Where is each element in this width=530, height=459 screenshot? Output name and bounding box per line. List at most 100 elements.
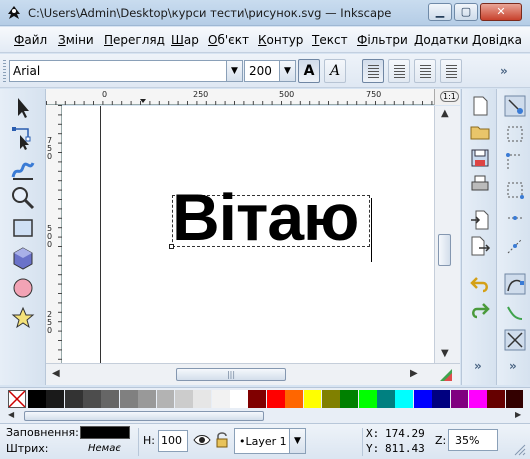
palette-swatch[interactable]	[321, 390, 340, 408]
font-size-combo[interactable]: 200 ▼	[244, 60, 296, 82]
menu-object[interactable]: Об'єкт	[208, 33, 249, 47]
eye-icon[interactable]	[193, 433, 211, 447]
align-right-button[interactable]	[414, 59, 436, 83]
selector-tool-icon[interactable]	[10, 95, 36, 121]
italic-button[interactable]: A	[324, 59, 346, 83]
snap-midpoints-icon[interactable]	[504, 207, 526, 229]
snap-bbox-corners-icon[interactable]	[504, 179, 526, 201]
zoom-spinbox[interactable]: 35%	[448, 429, 498, 451]
font-family-combo[interactable]: Arial ▼	[9, 60, 243, 82]
snap-intersections-icon[interactable]	[504, 329, 526, 351]
print-icon[interactable]	[469, 173, 491, 195]
justify-button[interactable]	[440, 59, 462, 83]
new-document-icon[interactable]	[469, 95, 491, 117]
chevron-down-icon[interactable]: ▼	[279, 61, 295, 81]
menu-filters[interactable]: Фільтри	[357, 33, 408, 47]
snap-bbox-icon[interactable]	[504, 123, 526, 145]
toolbar-grip[interactable]	[3, 60, 6, 82]
no-paint-swatch[interactable]	[8, 390, 26, 408]
horizontal-ruler[interactable]: 0 250 500 750	[46, 89, 460, 105]
palette-swatch[interactable]	[64, 390, 83, 408]
bold-button[interactable]: A	[298, 59, 320, 83]
palette-swatch[interactable]	[156, 390, 175, 408]
palette-swatch[interactable]	[432, 390, 450, 408]
3d-box-tool-icon[interactable]	[10, 245, 36, 271]
snap-paths-icon[interactable]	[504, 301, 526, 323]
menu-path[interactable]: Контур	[258, 33, 303, 47]
palette-scroll-thumb[interactable]	[24, 411, 264, 421]
palette-swatch[interactable]	[230, 390, 248, 408]
save-icon[interactable]	[469, 147, 491, 169]
palette-swatch[interactable]	[395, 390, 414, 408]
menu-text[interactable]: Текст	[312, 33, 348, 47]
vertical-scrollbar[interactable]: ▲ ▼	[434, 106, 460, 363]
stroke-indicator[interactable]: Немає	[88, 443, 121, 454]
minimize-button[interactable]: ▁	[428, 3, 452, 21]
open-folder-icon[interactable]	[469, 121, 491, 143]
tweak-tool-icon[interactable]	[10, 155, 36, 181]
scroll-left-icon[interactable]: ◀	[52, 368, 60, 379]
palette-swatch[interactable]	[505, 390, 524, 408]
menu-view[interactable]: Перегляд	[104, 33, 165, 47]
palette-swatch[interactable]	[193, 390, 212, 408]
chevron-down-icon[interactable]: ▼	[289, 429, 305, 453]
snap-nodes-icon[interactable]	[504, 273, 526, 295]
palette-swatch[interactable]	[285, 390, 304, 408]
palette-swatch[interactable]	[119, 390, 138, 408]
palette-swatch[interactable]	[83, 390, 101, 408]
zoom-corner-button[interactable]: 1:1	[434, 89, 460, 105]
menu-extensions[interactable]: Додатки	[414, 33, 468, 47]
export-icon[interactable]	[469, 235, 491, 257]
snap-centers-icon[interactable]	[504, 235, 526, 257]
palette-swatch[interactable]	[266, 390, 285, 408]
align-center-button[interactable]	[388, 59, 410, 83]
undo-icon[interactable]	[469, 273, 491, 295]
horizontal-scrollbar[interactable]: ◀ ||| ▶	[46, 363, 460, 385]
commands-overflow-button[interactable]: »	[474, 359, 482, 373]
menu-file[interactable]: Файл	[14, 33, 47, 47]
palette-swatch[interactable]	[174, 390, 193, 408]
palette-swatch[interactable]	[358, 390, 377, 408]
ellipse-tool-icon[interactable]	[10, 275, 36, 301]
scroll-right-icon[interactable]: ▶	[515, 410, 521, 419]
snap-overflow-button[interactable]: »	[509, 359, 517, 373]
star-tool-icon[interactable]	[10, 305, 36, 331]
snap-bbox-edges-icon[interactable]	[504, 151, 526, 173]
menu-layer[interactable]: Шар	[171, 33, 199, 47]
palette-swatch[interactable]	[340, 390, 359, 408]
close-button[interactable]: ✕	[480, 3, 522, 21]
scroll-left-icon[interactable]: ◀	[8, 410, 14, 419]
palette-swatch[interactable]	[450, 390, 469, 408]
horizontal-scroll-thumb[interactable]: |||	[176, 368, 286, 381]
color-manage-icon[interactable]	[438, 367, 454, 383]
opacity-spinbox[interactable]: 100	[158, 430, 188, 452]
menu-help[interactable]: Довідка	[472, 33, 522, 47]
palette-swatch[interactable]	[138, 390, 157, 408]
layer-selector[interactable]: •Layer 1 ▼	[234, 428, 306, 454]
fill-indicator[interactable]	[80, 426, 130, 439]
toolbar-overflow-button[interactable]: »	[500, 64, 508, 78]
snap-enable-icon[interactable]	[504, 95, 526, 117]
canvas-text-object[interactable]: Вітаю	[172, 182, 359, 252]
scroll-up-icon[interactable]: ▲	[441, 108, 449, 119]
palette-swatch[interactable]	[468, 390, 487, 408]
scroll-right-icon[interactable]: ▶	[410, 368, 418, 379]
palette-swatch[interactable]	[101, 390, 120, 408]
scroll-down-icon[interactable]: ▼	[441, 348, 449, 359]
resize-grip-icon[interactable]	[512, 442, 526, 456]
menu-edit[interactable]: Зміни	[58, 33, 94, 47]
palette-swatch[interactable]	[46, 390, 65, 408]
palette-swatch[interactable]	[487, 390, 506, 408]
palette-swatch[interactable]	[28, 390, 46, 408]
node-tool-icon[interactable]	[10, 125, 36, 151]
palette-swatch[interactable]	[248, 390, 267, 408]
vertical-ruler[interactable]: 750 500 250	[46, 105, 62, 363]
palette-swatch[interactable]	[211, 390, 230, 408]
palette-swatch[interactable]	[377, 390, 395, 408]
align-left-button[interactable]	[362, 59, 384, 83]
palette-swatch[interactable]	[413, 390, 432, 408]
vertical-scroll-thumb[interactable]	[438, 234, 451, 266]
zoom-tool-icon[interactable]	[10, 185, 36, 211]
import-icon[interactable]	[469, 209, 491, 231]
palette-swatch[interactable]	[303, 390, 322, 408]
